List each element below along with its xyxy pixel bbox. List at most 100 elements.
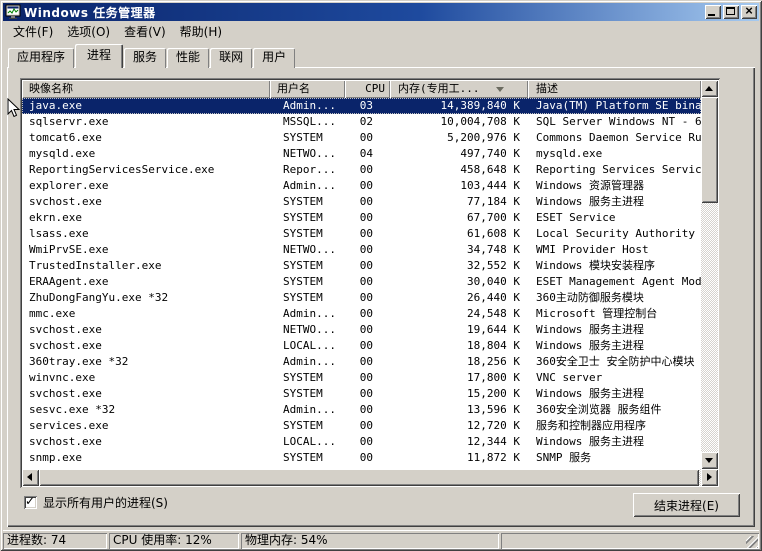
cell-user-name: MSSQL...	[283, 115, 336, 128]
scroll-up-button[interactable]	[701, 80, 718, 97]
scroll-right-button[interactable]	[701, 469, 718, 486]
maximize-button[interactable]	[723, 5, 739, 19]
process-row[interactable]: lsass.exe SYSTEM 00 61,608 K Local Security …	[22, 226, 701, 242]
cell-memory: 12,344 K	[467, 435, 520, 448]
cell-image-name: snmp.exe	[29, 451, 82, 464]
show-all-users-checkbox[interactable]: ✓ 显示所有用户的进程(S)	[24, 494, 168, 511]
checkbox-box[interactable]: ✓	[24, 494, 37, 509]
cell-cpu: 00	[359, 243, 373, 256]
cell-memory: 11,872 K	[467, 451, 520, 464]
cell-user-name: SYSTEM	[283, 211, 323, 224]
end-process-button[interactable]: 结束进程(E)	[633, 493, 740, 517]
process-row[interactable]: svchost.exe NETWO... 00 19,644 K Windows 服务主…	[22, 322, 701, 338]
column-header-user-name[interactable]: 用户名	[270, 80, 345, 98]
process-row[interactable]: 360tray.exe *32 Admin... 00 18,256 K 360安全卫士…	[22, 354, 701, 370]
process-row[interactable]: TrustedInstaller.exe SYSTEM 00 32,552 K Wind…	[22, 258, 701, 274]
tab-performance[interactable]: 性能	[167, 48, 210, 68]
maximize-icon	[726, 7, 735, 15]
window-controls: ×	[705, 4, 757, 19]
column-header-description[interactable]: 描述	[528, 80, 701, 98]
process-row[interactable]: java.exe Admin... 03 14,389,840 K Java(TM) P…	[22, 98, 701, 114]
cell-description: SNMP 服务	[536, 451, 592, 464]
column-header-memory[interactable]: 内存(专用工...	[390, 80, 528, 98]
cell-cpu: 00	[359, 355, 373, 368]
cell-memory: 19,644 K	[467, 323, 520, 336]
process-row[interactable]: WmiPrvSE.exe NETWO... 00 34,748 K WMI Provid…	[22, 242, 701, 258]
process-row[interactable]: svchost.exe LOCAL... 00 18,804 K Windows 服务主…	[22, 338, 701, 354]
cell-cpu: 00	[359, 179, 373, 192]
cell-image-name: 360tray.exe *32	[29, 355, 129, 368]
close-button[interactable]: ×	[741, 4, 757, 19]
cell-user-name: NETWO...	[283, 323, 336, 336]
menu-item-view[interactable]: 查看(V)	[117, 21, 173, 42]
tab-applications[interactable]: 应用程序	[8, 48, 75, 68]
process-row[interactable]: winvnc.exe SYSTEM 00 17,800 K VNC server	[22, 370, 701, 386]
process-row[interactable]: ekrn.exe SYSTEM 00 67,700 K ESET Service	[22, 210, 701, 226]
column-header-image-name[interactable]: 映像名称	[22, 80, 270, 98]
cell-description: Java(TM) Platform SE binary	[536, 99, 701, 112]
cell-user-name: SYSTEM	[283, 227, 323, 240]
cell-cpu: 00	[359, 163, 373, 176]
minimize-icon	[708, 14, 715, 16]
task-manager-icon	[5, 4, 21, 20]
cell-description: ESET Service	[536, 211, 616, 224]
cell-image-name: ZhuDongFangYu.exe *32	[29, 291, 169, 304]
cell-image-name: svchost.exe	[29, 387, 102, 400]
process-row[interactable]: ReportingServicesService.exe Repor... 00 45…	[22, 162, 701, 178]
cell-cpu: 00	[359, 259, 373, 272]
cell-image-name: TrustedInstaller.exe	[29, 259, 162, 272]
menu-item-file[interactable]: 文件(F)	[6, 21, 60, 42]
cell-image-name: lsass.exe	[29, 227, 89, 240]
process-row[interactable]: sesvc.exe *32 Admin... 00 13,596 K 360安全浏览器 …	[22, 402, 701, 418]
cell-description: mysqld.exe	[536, 147, 603, 160]
cell-cpu: 00	[359, 451, 373, 464]
cell-cpu: 00	[359, 403, 373, 416]
vertical-scroll-thumb[interactable]	[701, 97, 718, 203]
cell-image-name: ERAAgent.exe	[29, 275, 109, 288]
cell-memory: 18,804 K	[467, 339, 520, 352]
horizontal-scrollbar[interactable]	[22, 469, 718, 486]
process-row[interactable]: ZhuDongFangYu.exe *32 SYSTEM 00 26,440 K 360…	[22, 290, 701, 306]
process-row[interactable]: tomcat6.exe SYSTEM 00 5,200,976 K Commons Da…	[22, 130, 701, 146]
cell-user-name: SYSTEM	[283, 371, 323, 384]
cell-description: Windows 服务主进程	[536, 435, 644, 448]
process-row[interactable]: svchost.exe SYSTEM 00 15,200 K Windows 服务主进程	[22, 386, 701, 402]
resize-grip[interactable]	[746, 536, 758, 548]
tab-services[interactable]: 服务	[124, 48, 167, 68]
process-row[interactable]: services.exe SYSTEM 00 12,720 K 服务和控制器应用程序	[22, 418, 701, 434]
cell-memory: 34,748 K	[467, 243, 520, 256]
cell-memory: 15,200 K	[467, 387, 520, 400]
menu-item-options[interactable]: 选项(O)	[60, 21, 117, 42]
process-row[interactable]: svchost.exe LOCAL... 00 12,344 K Windows 服务主…	[22, 434, 701, 450]
cell-user-name: Admin...	[283, 307, 336, 320]
task-manager-window: Windows 任务管理器 × 文件(F) 选项(O) 查看(V) 帮助(H) 应用程…	[0, 0, 762, 551]
tab-networking[interactable]: 联网	[210, 48, 253, 68]
checkmark-icon: ✓	[25, 494, 36, 508]
process-row[interactable]: snmp.exe SYSTEM 00 11,872 K SNMP 服务	[22, 450, 701, 466]
scroll-down-button[interactable]	[701, 452, 718, 469]
minimize-button[interactable]	[705, 5, 721, 19]
process-row[interactable]: mmc.exe Admin... 00 24,548 K Microsoft 管理控制台	[22, 306, 701, 322]
menu-item-help[interactable]: 帮助(H)	[173, 21, 229, 42]
column-header-cpu[interactable]: CPU	[345, 80, 390, 98]
horizontal-scroll-thumb[interactable]	[39, 469, 699, 486]
cell-image-name: sesvc.exe *32	[29, 403, 116, 416]
process-row[interactable]: ERAAgent.exe SYSTEM 00 30,040 K ESET Managem…	[22, 274, 701, 290]
tab-processes[interactable]: 进程	[75, 44, 124, 68]
cell-image-name: java.exe	[29, 99, 82, 112]
cell-cpu: 00	[359, 387, 373, 400]
cell-cpu: 00	[359, 291, 373, 304]
tab-users[interactable]: 用户	[253, 48, 296, 68]
process-row[interactable]: sqlservr.exe MSSQL... 02 10,004,708 K SQL Se…	[22, 114, 701, 130]
process-row[interactable]: explorer.exe Admin... 00 103,444 K Windows 资…	[22, 178, 701, 194]
process-row[interactable]: mysqld.exe NETWO... 04 497,740 K mysqld.exe	[22, 146, 701, 162]
cell-memory: 18,256 K	[467, 355, 520, 368]
cell-memory: 67,700 K	[467, 211, 520, 224]
vertical-scrollbar[interactable]	[701, 80, 718, 469]
cell-cpu: 03	[359, 99, 373, 112]
scroll-left-button[interactable]	[22, 469, 39, 486]
cell-description: Local Security Authority Proces	[536, 227, 701, 240]
process-list: 映像名称 用户名 CPU 内存(专用工... 描述 java.exe Admin... 03…	[20, 78, 720, 488]
process-row[interactable]: svchost.exe SYSTEM 00 77,184 K Windows 服务主进程	[22, 194, 701, 210]
process-list-inner: 映像名称 用户名 CPU 内存(专用工... 描述 java.exe Admin... 03…	[22, 80, 718, 486]
